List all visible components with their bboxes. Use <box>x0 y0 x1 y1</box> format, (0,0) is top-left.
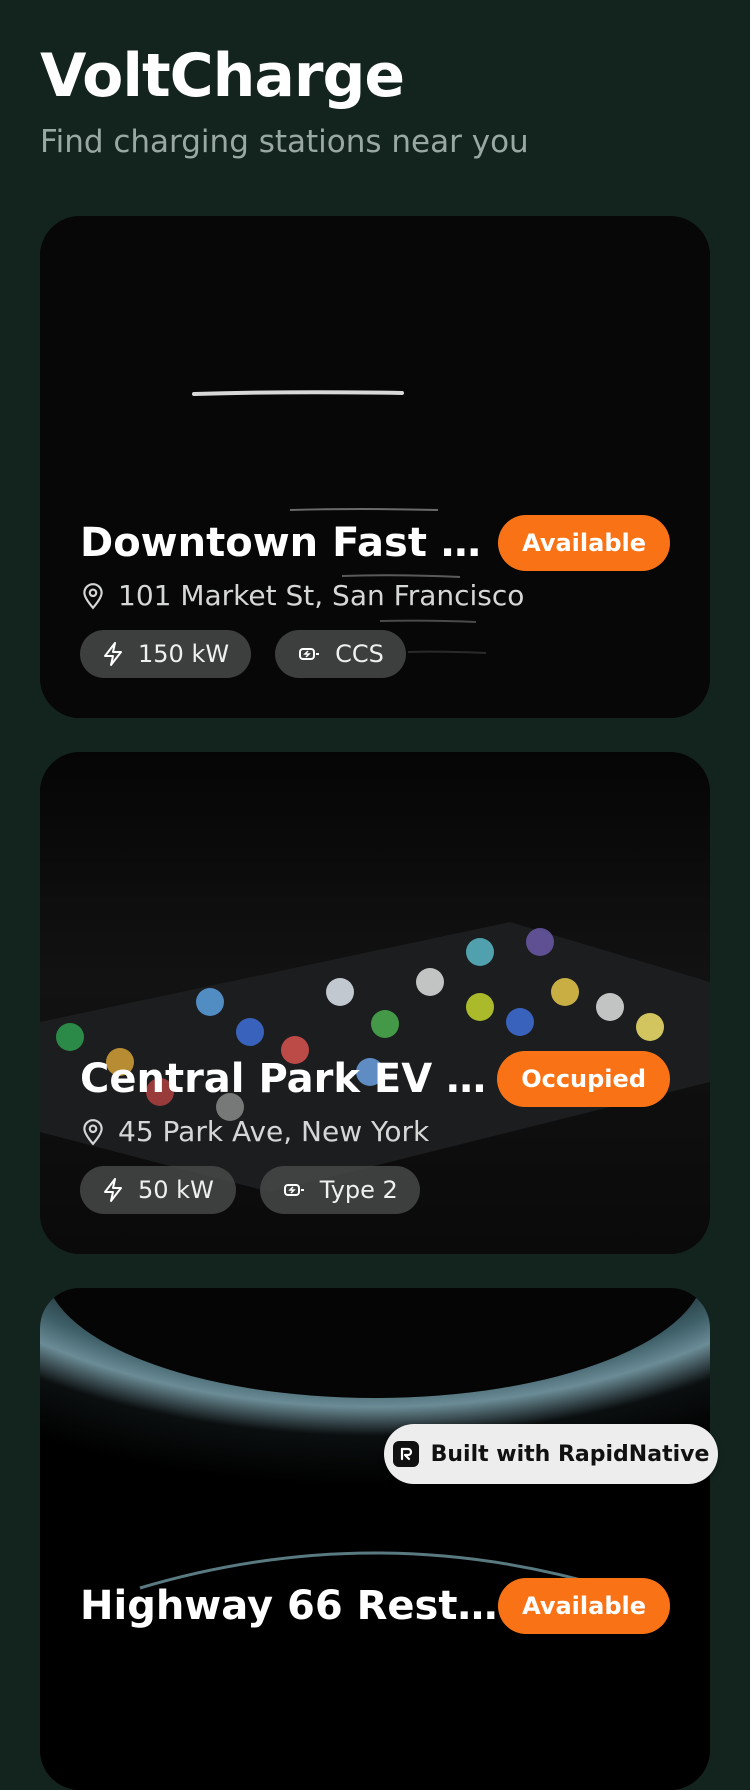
connector-chip: CCS <box>275 630 406 678</box>
station-info: Central Park EV Spot Occupied 45 Park Av… <box>80 1051 670 1214</box>
map-pin-icon <box>83 582 103 610</box>
plug-icon <box>299 648 320 660</box>
power-label: 50 kW <box>138 1176 214 1204</box>
station-info: Downtown Fast Ch… Available 101 Market S… <box>80 515 670 678</box>
address-text: 45 Park Ave, New York <box>118 1115 430 1148</box>
bolt-icon <box>104 642 122 666</box>
station-image <box>40 1288 710 1790</box>
app-title: VoltCharge <box>40 41 405 111</box>
watermark-label: Built with RapidNative <box>430 1441 710 1467</box>
connector-chip: Type 2 <box>259 1166 420 1214</box>
map-pin-icon <box>83 1118 103 1146</box>
power-chip: 50 kW <box>80 1166 236 1214</box>
power-chip: 150 kW <box>80 630 252 678</box>
status-badge: Occupied <box>497 1051 670 1107</box>
plug-icon <box>283 1184 304 1196</box>
app-subtitle: Find charging stations near you <box>40 124 529 160</box>
station-name: Downtown Fast Ch… <box>80 520 490 566</box>
station-name: Central Park EV Spot <box>80 1056 490 1102</box>
station-card[interactable]: Downtown Fast Ch… Available 101 Market S… <box>40 216 710 718</box>
connector-label: CCS <box>335 640 384 668</box>
station-name: Highway 66 Rest Stop <box>80 1583 499 1629</box>
connector-label: Type 2 <box>319 1176 398 1204</box>
status-badge: Available <box>498 1578 670 1634</box>
station-card[interactable]: Highway 66 Rest Stop Available <box>40 1288 710 1790</box>
address-text: 101 Market St, San Francisco <box>118 579 525 612</box>
bolt-icon <box>104 1178 122 1202</box>
station-card[interactable]: Central Park EV Spot Occupied 45 Park Av… <box>40 752 710 1254</box>
power-label: 150 kW <box>138 640 230 668</box>
station-address: 45 Park Ave, New York <box>80 1115 670 1148</box>
station-info: Highway 66 Rest Stop Available <box>80 1578 670 1634</box>
status-badge: Available <box>498 515 670 571</box>
header: VoltCharge Find charging stations near y… <box>40 40 529 162</box>
rapidnative-logo-icon <box>392 1441 419 1467</box>
built-with-rapidnative-badge[interactable]: Built with RapidNative <box>384 1424 718 1484</box>
station-address: 101 Market St, San Francisco <box>80 579 670 612</box>
